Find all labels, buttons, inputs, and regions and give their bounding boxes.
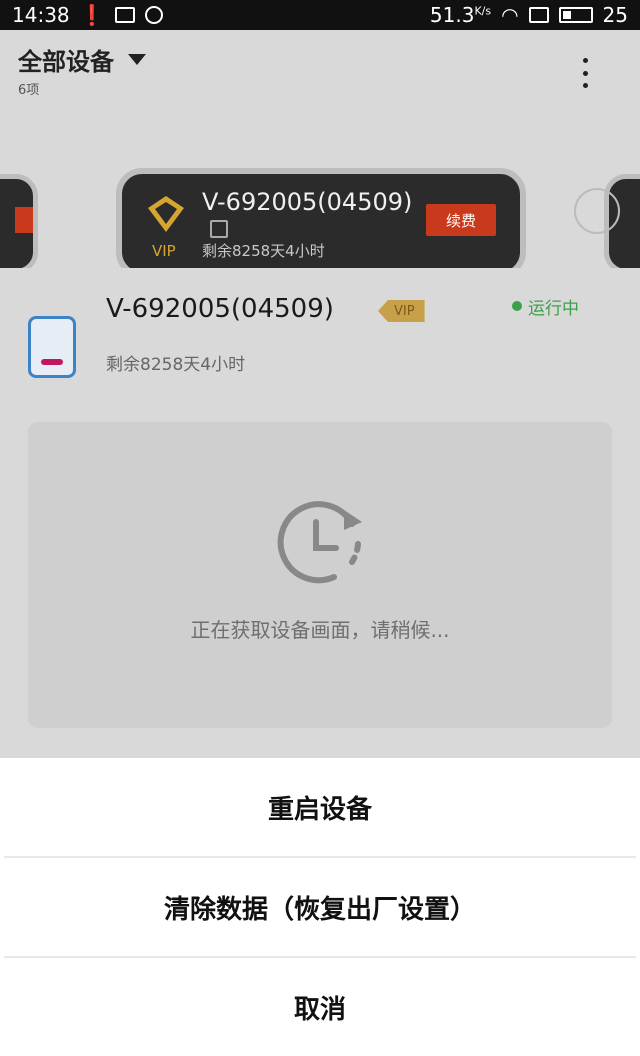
status-bar-right: 51.3K/s ◠ 25 [430,3,628,27]
device-card-current[interactable]: VIP V-692005(04509) 剩余8258天4小时 续费 [116,168,526,268]
alert-icon: ❗ [79,3,105,27]
loading-clock-icon [277,501,362,584]
clock-icon [144,6,163,24]
cancel-button[interactable]: 取消 [0,958,640,1056]
device-carousel[interactable]: VIP V-692005(04509) 剩余8258天4小时 续费 [0,150,640,268]
device-status: 运行中 [528,299,579,319]
vip-badge: VIP [378,300,425,322]
status-bar: 14:38 ❗ 51.3K/s ◠ 25 [0,0,640,30]
status-time: 14:38 [12,3,70,27]
action-sheet: 重启设备 清除数据（恢复出厂设置） 取消 [0,758,640,1056]
restart-device-button[interactable]: 重启设备 [0,758,640,856]
renew-tag [15,207,33,233]
more-menu-icon[interactable] [578,58,592,88]
detail-remaining-time: 剩余8258天4小时 [106,355,246,375]
caret-down-icon[interactable] [128,54,146,65]
card-remaining-time: 剩余8258天4小时 [202,242,325,260]
device-detail-panel: V-692005(04509) VIP 运行中 剩余8258天4小时 正在获取设… [0,268,640,768]
app-header: 全部设备 6项 [0,30,640,110]
detail-device-name: V-692005(04509) [106,294,334,324]
edit-icon[interactable] [210,220,228,238]
net-speed: 51.3K/s [429,3,492,27]
sim-icon [528,7,549,23]
device-screen-preview[interactable]: 正在获取设备画面，请稍候... [28,422,612,728]
clear-data-button[interactable]: 清除数据（恢复出厂设置） [0,858,640,956]
add-device-icon[interactable] [574,188,620,234]
page-title: 全部设备 [18,48,114,76]
status-bar-left: 14:38 ❗ [12,3,163,27]
wifi-icon: ◠ [501,3,519,27]
device-group-selector[interactable]: 全部设备 [18,42,622,77]
image-icon [114,7,135,23]
vip-diamond-icon [148,196,184,232]
device-count: 6项 [18,83,40,98]
device-card-prev[interactable] [0,174,38,268]
battery-level: 25 [602,3,628,27]
phone-device-icon [28,316,76,378]
card-device-name: V-692005(04509) [202,188,413,216]
loading-text: 正在获取设备画面，请稍候... [190,618,450,642]
renew-button[interactable]: 续费 [426,204,496,236]
status-dot-icon [512,301,522,311]
battery-icon [558,7,593,23]
card-vip-label: VIP [152,242,176,260]
